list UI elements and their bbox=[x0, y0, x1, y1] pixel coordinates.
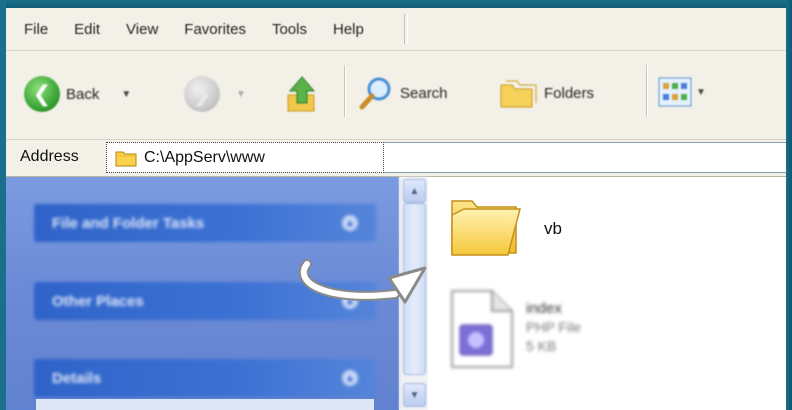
menu-bar: File Edit View Favorites Tools Help bbox=[6, 8, 786, 51]
file-item-vb[interactable]: vb bbox=[446, 185, 562, 263]
menu-tools[interactable]: Tools bbox=[259, 21, 320, 38]
up-folder-icon bbox=[287, 76, 316, 112]
views-icon bbox=[658, 77, 692, 107]
folders-button-label: Folders bbox=[544, 84, 595, 102]
toolbar-separator bbox=[344, 65, 345, 117]
collapse-chevron-icon[interactable]: ▲ bbox=[342, 370, 358, 386]
file-list: vb index PHP File 5 KB bbox=[428, 177, 786, 410]
task-section-file-and-folder-tasks[interactable]: File and Folder Tasks ▲ bbox=[34, 204, 376, 242]
address-input[interactable]: C:\AppServ\www bbox=[106, 142, 384, 173]
file-item-type: PHP File bbox=[526, 319, 581, 335]
folder-icon bbox=[115, 151, 137, 166]
file-item-name: index bbox=[526, 300, 562, 317]
details-section-body bbox=[36, 399, 374, 410]
search-button-label: Search bbox=[400, 84, 448, 102]
scroll-up-arrow-icon[interactable]: ▲ bbox=[403, 179, 426, 203]
php-file-icon bbox=[451, 290, 513, 368]
menu-view[interactable]: View bbox=[113, 21, 171, 38]
folders-button[interactable]: Folders bbox=[498, 75, 594, 111]
menu-favorites[interactable]: Favorites bbox=[171, 21, 259, 38]
window-frame-top bbox=[0, 0, 792, 8]
back-button-label: Back bbox=[66, 85, 100, 103]
task-section-title: File and Folder Tasks bbox=[52, 214, 205, 232]
back-button[interactable]: ❮ Back ▼ bbox=[24, 76, 131, 112]
folder-icon bbox=[451, 200, 521, 256]
back-arrow-icon: ❮ bbox=[24, 76, 60, 112]
address-label: Address bbox=[20, 148, 79, 165]
toolbar: ❮ Back ▼ ❯ ▼ Search Folders ▼ bbox=[6, 51, 786, 140]
file-item-index[interactable]: index PHP File 5 KB bbox=[446, 287, 581, 369]
folders-icon bbox=[500, 80, 537, 108]
forward-button[interactable]: ❯ ▼ bbox=[184, 76, 246, 112]
forward-arrow-icon: ❯ bbox=[184, 76, 220, 112]
search-button[interactable]: Search bbox=[358, 75, 448, 111]
menu-file[interactable]: File bbox=[6, 21, 61, 38]
address-bar: Address C:\AppServ\www bbox=[6, 140, 786, 177]
menu-edit[interactable]: Edit bbox=[61, 21, 113, 38]
menubar-separator bbox=[404, 14, 408, 44]
file-item-name: vb bbox=[544, 219, 562, 238]
views-button[interactable]: ▼ bbox=[658, 77, 706, 107]
search-icon bbox=[359, 77, 391, 110]
toolbar-separator bbox=[646, 65, 647, 117]
collapse-chevron-icon[interactable]: ▲ bbox=[342, 215, 358, 231]
forward-dropdown-icon[interactable]: ▼ bbox=[236, 89, 246, 100]
scroll-down-arrow-icon[interactable]: ▼ bbox=[403, 383, 426, 407]
views-dropdown-icon[interactable]: ▼ bbox=[696, 87, 706, 98]
address-input-remainder[interactable] bbox=[384, 142, 786, 173]
up-folder-button[interactable] bbox=[284, 73, 322, 113]
address-path: C:\AppServ\www bbox=[144, 148, 265, 166]
task-section-title: Other Places bbox=[52, 292, 144, 310]
task-section-details[interactable]: Details ▲ bbox=[34, 359, 376, 397]
back-dropdown-icon[interactable]: ▼ bbox=[121, 89, 131, 100]
window-frame-right bbox=[786, 0, 792, 410]
menu-help[interactable]: Help bbox=[320, 21, 377, 38]
curved-arrow-icon bbox=[298, 259, 427, 304]
task-section-title: Details bbox=[52, 369, 102, 387]
file-item-size: 5 KB bbox=[526, 338, 557, 354]
